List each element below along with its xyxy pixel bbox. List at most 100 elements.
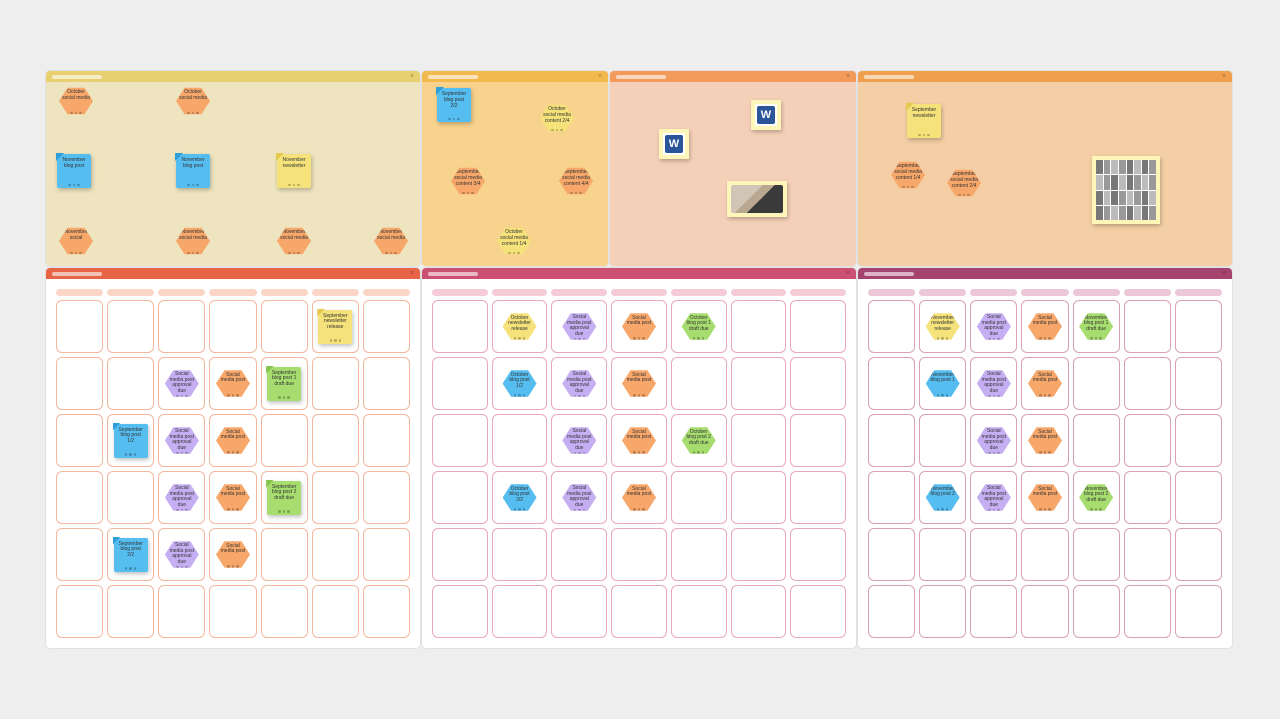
calendar-cell[interactable] [1175,528,1222,581]
hex-note[interactable]: Social media post [216,483,250,513]
close-icon[interactable]: × [598,73,602,80]
calendar-cell[interactable] [868,528,915,581]
calendar-cell[interactable] [1175,471,1222,524]
close-icon[interactable]: × [410,73,414,80]
calendar-cell[interactable] [611,528,667,581]
hex-note[interactable]: Social media post approval due [562,426,596,456]
calendar-cell[interactable] [790,528,846,581]
calendar-cell[interactable] [1021,528,1068,581]
calendar-cell[interactable]: Social media post [209,357,256,410]
calendar-cell[interactable]: Social media post [611,300,667,353]
sticky-note[interactable]: September blog post 2/2 [114,538,148,572]
frame-titlebar[interactable]: × [46,71,420,82]
calendar-cell[interactable]: Social media post approval due [970,300,1017,353]
frame-body[interactable]: October newsletter release Social media p… [422,279,856,648]
calendar-cell[interactable] [432,528,488,581]
hex-note[interactable]: Social media post [622,483,656,513]
calendar-cell[interactable] [432,471,488,524]
calendar-cell[interactable]: Social media post approval due [970,357,1017,410]
calendar-cell[interactable] [731,585,787,638]
calendar-cell[interactable] [492,414,548,467]
sticky-note[interactable]: November newsletter [277,154,311,188]
calendar-cell[interactable] [56,357,103,410]
calendar-cell[interactable] [209,300,256,353]
calendar-cell[interactable] [432,357,488,410]
hex-note[interactable]: October blog post 1 draft due [682,312,716,342]
calendar-cell[interactable] [158,585,205,638]
frame-topC[interactable]: × [610,71,856,266]
frame-topA[interactable]: × [46,71,420,266]
calendar-cell[interactable] [1073,585,1120,638]
calendar-cell[interactable]: Social media post [1021,357,1068,410]
calendar-cell[interactable]: October newsletter release [492,300,548,353]
hex-note[interactable]: Social media post [1028,483,1062,513]
calendar-cell[interactable]: November newsletter release [919,300,966,353]
calendar-cell[interactable] [919,528,966,581]
frame-calC[interactable]: ×November newsletter releaseSocial media… [858,268,1232,648]
calendar-cell[interactable] [261,414,308,467]
calendar-cell[interactable] [261,585,308,638]
calendar-cell[interactable] [731,414,787,467]
calendar-cell[interactable]: Social media post approval due [158,528,205,581]
hex-note[interactable]: October blog post 2 draft due [682,426,716,456]
calendar-cell[interactable]: November blog post 1 [919,357,966,410]
frame-titlebar[interactable]: × [46,268,420,279]
calendar-cell[interactable]: September blog post 2/2 [107,528,154,581]
calendar-cell[interactable] [1124,300,1171,353]
calendar-cell[interactable] [1175,414,1222,467]
close-icon[interactable]: × [1222,73,1226,80]
calendar-cell[interactable]: September blog post 1 draft due [261,357,308,410]
frame-body[interactable] [610,82,856,266]
canvas[interactable]: { "frames": { "topA": { "x": 46, "y": 71… [0,0,1280,719]
calendar-cell[interactable] [1175,357,1222,410]
calendar-cell[interactable] [312,414,359,467]
calendar-cell[interactable]: Social media post approval due [551,471,607,524]
calendar-cell[interactable] [919,414,966,467]
calendar-cell[interactable] [790,357,846,410]
frame-calA[interactable]: × September newsletter release Social medi… [46,268,420,648]
calendar-cell[interactable] [363,357,410,410]
sticky-note[interactable]: September newsletter release [318,310,352,344]
frame-titlebar[interactable]: × [610,71,856,82]
frame-titlebar[interactable]: × [422,71,608,82]
hex-note[interactable]: October newsletter release [503,312,537,342]
calendar-cell[interactable]: Social media post [611,471,667,524]
calendar-cell[interactable] [868,585,915,638]
attachment[interactable]: W [751,100,781,130]
hex-note[interactable]: October blog post 1/2 [503,369,537,399]
calendar-cell[interactable] [492,528,548,581]
calendar-cell[interactable] [868,357,915,410]
calendar-cell[interactable] [1073,357,1120,410]
frame-titlebar[interactable]: × [858,71,1232,82]
calendar-cell[interactable] [671,528,727,581]
hex-note[interactable]: Social media post [1028,312,1062,342]
hex-note[interactable]: Social media post approval due [165,426,199,456]
calendar-cell[interactable] [1124,585,1171,638]
calendar-cell[interactable]: Social media post approval due [970,471,1017,524]
hex-note[interactable]: Social media post approval due [562,483,596,513]
calendar-cell[interactable] [107,471,154,524]
calendar-cell[interactable]: October blog post 2/2 [492,471,548,524]
hex-note[interactable]: Social media post approval due [165,540,199,570]
hex-note[interactable]: November blog post 1 [926,369,960,399]
calendar-cell[interactable]: Social media post [209,414,256,467]
calendar-cell[interactable] [790,471,846,524]
frame-titlebar[interactable]: × [422,268,856,279]
calendar-cell[interactable]: Social media post approval due [551,300,607,353]
hex-note[interactable]: November newsletter release [926,312,960,342]
calendar-cell[interactable] [1124,528,1171,581]
calendar-cell[interactable]: September newsletter release [312,300,359,353]
calendar-cell[interactable] [363,471,410,524]
calendar-cell[interactable] [312,585,359,638]
calendar-cell[interactable] [790,585,846,638]
hex-note[interactable]: November blog post 2 draft due [1079,483,1113,513]
calendar-cell[interactable] [1175,300,1222,353]
frame-calB[interactable]: × October newsletter release Social media … [422,268,856,648]
calendar-cell[interactable]: Social media post approval due [158,471,205,524]
hex-note[interactable]: Social media post [216,426,250,456]
calendar-cell[interactable] [158,300,205,353]
calendar-cell[interactable]: Social media post [1021,414,1068,467]
calendar-cell[interactable] [731,528,787,581]
calendar-cell[interactable] [209,585,256,638]
close-icon[interactable]: × [846,73,850,80]
